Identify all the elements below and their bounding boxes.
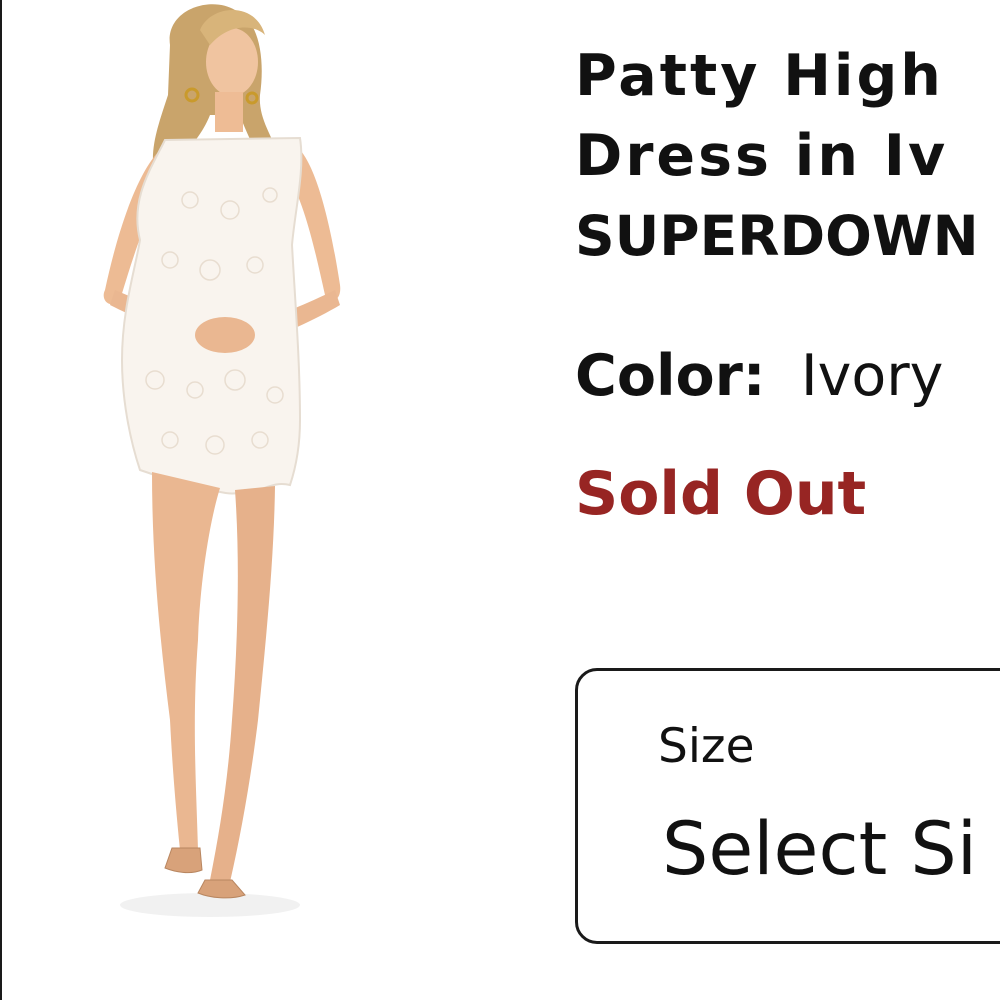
window-edge	[0, 0, 2, 1000]
color-value: Ivory	[800, 343, 944, 409]
product-image[interactable]	[60, 0, 390, 920]
product-info-panel: Patty High Dress in Iv SUPERDOWN Color: …	[575, 0, 1000, 1000]
product-title: Patty High Dress in Iv SUPERDOWN	[575, 36, 1000, 276]
color-label: Color:	[575, 343, 766, 409]
product-title-line: Dress in Iv	[575, 123, 949, 189]
product-brand[interactable]: SUPERDOWN	[575, 196, 1000, 276]
product-title-line: Patty High	[575, 43, 944, 109]
size-select[interactable]: Size Select Si	[575, 668, 1000, 944]
stock-status: Sold Out	[575, 459, 867, 529]
size-select-label: Size	[658, 719, 755, 774]
color-row: Color: Ivory	[575, 338, 943, 414]
size-select-value: Select Si	[662, 807, 978, 892]
product-page: Patty High Dress in Iv SUPERDOWN Color: …	[0, 0, 1000, 1000]
